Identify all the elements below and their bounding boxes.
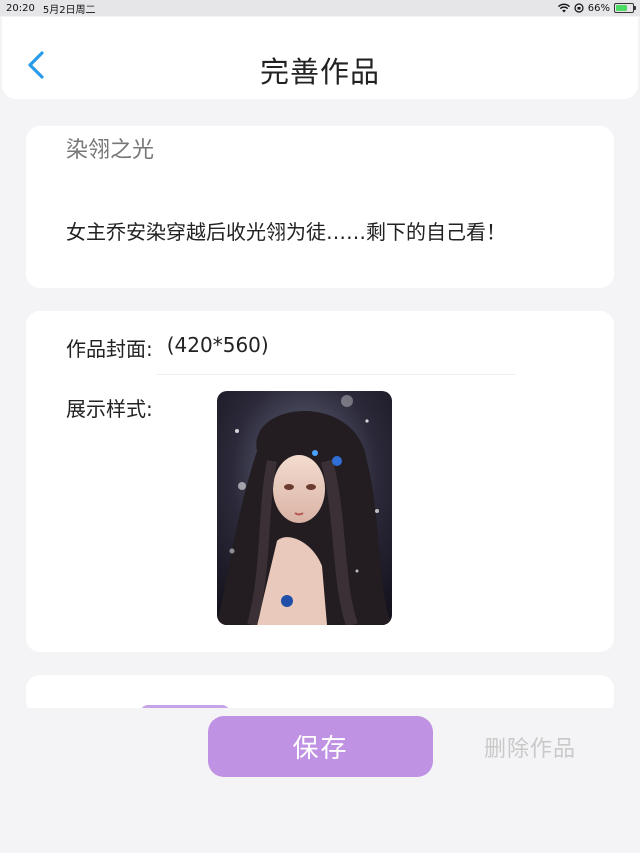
status-left: 20:20 5月2日周二 <box>6 1 96 16</box>
page-title: 完善作品 <box>259 55 380 89</box>
display-style-label: 展示样式: <box>66 397 153 421</box>
header: 完善作品 <box>2 17 638 99</box>
battery-fill <box>616 5 627 11</box>
status-bar: 20:20 5月2日周二 66% <box>0 0 640 16</box>
status-date: 5月2日周二 <box>42 4 96 16</box>
cover-label: 作品封面: <box>66 337 153 361</box>
battery-icon <box>614 3 636 13</box>
cover-image[interactable] <box>217 391 392 625</box>
orientation-lock-icon <box>574 3 584 13</box>
work-description[interactable]: 女主乔安染穿越后收光翎为徒……剩下的自己看！ <box>66 216 506 245</box>
wifi-icon <box>557 3 570 13</box>
cover-row: 作品封面: (420*560) <box>66 333 269 362</box>
cover-card: 作品封面: (420*560) 展示样式: <box>26 311 614 652</box>
cover-illustration <box>217 391 392 625</box>
work-info-card: 染翎之光 女主乔安染穿越后收光翎为徒……剩下的自己看！ <box>26 126 614 288</box>
status-time: 20:20 <box>6 2 35 14</box>
save-button[interactable]: 保存 <box>208 716 433 777</box>
work-title[interactable]: 染翎之光 <box>66 132 154 164</box>
delete-work-button[interactable]: 删除作品 <box>484 731 576 763</box>
status-right: 66% <box>557 2 636 14</box>
divider <box>156 374 516 375</box>
battery-percent: 66% <box>587 2 610 14</box>
cover-size: (420*560) <box>166 333 269 357</box>
